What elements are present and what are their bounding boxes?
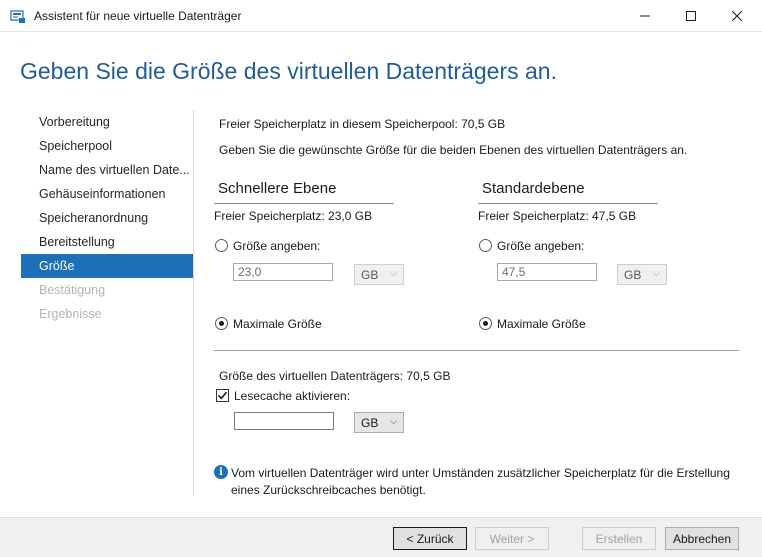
nav-item-gehaeuseinformationen[interactable]: Gehäuseinformationen	[21, 182, 193, 206]
maximize-button[interactable]	[668, 0, 714, 32]
fast-tier-unit-select[interactable]: GB ⌵	[354, 264, 404, 285]
standard-tier-max-radio[interactable]	[479, 317, 492, 330]
info-text-line1: Vom virtuellen Datenträger wird unter Um…	[231, 466, 730, 480]
title-bar: Assistent für neue virtuelle Datenträger	[0, 0, 762, 32]
nav-item-ergebnisse: Ergebnisse	[39, 307, 102, 321]
standard-tier-free-space: Freier Speicherplatz: 47,5 GB	[478, 209, 637, 223]
standard-tier-heading: Standardebene	[482, 180, 585, 197]
chevron-down-icon: ⌵	[390, 268, 397, 278]
wizard-nav: Vorbereitung Speicherpool Name des virtu…	[21, 110, 193, 326]
fast-tier-size-input[interactable]: 23,0	[233, 263, 333, 281]
standard-tier-rule	[478, 203, 658, 204]
standard-tier-specify-label: Größe angeben:	[497, 239, 585, 253]
minimize-button[interactable]	[622, 0, 668, 32]
fast-tier-heading: Schnellere Ebene	[218, 180, 337, 197]
nav-item-name[interactable]: Name des virtuellen Date...	[21, 158, 193, 182]
back-button[interactable]: < Zurück	[393, 527, 467, 550]
chevron-down-icon: ⌵	[390, 416, 397, 426]
close-button[interactable]	[714, 0, 760, 32]
instruction-text: Geben Sie die gewünschte Größe für die b…	[219, 143, 688, 157]
checkmark-icon	[217, 391, 228, 400]
read-cache-unit-select[interactable]: GB ⌵	[354, 412, 404, 433]
section-separator	[214, 350, 739, 351]
nav-item-vorbereitung[interactable]: Vorbereitung	[21, 110, 193, 134]
fast-tier-specify-radio[interactable]	[215, 239, 228, 252]
standard-tier-size-input[interactable]: 47,5	[497, 263, 597, 281]
nav-item-speicherpool[interactable]: Speicherpool	[21, 134, 193, 158]
window-title: Assistent für neue virtuelle Datenträger	[34, 9, 242, 23]
info-icon: i	[214, 465, 228, 479]
nav-item-bereitstellung[interactable]: Bereitstellung	[21, 230, 193, 254]
nav-item-groesse[interactable]: Größe	[21, 254, 193, 278]
read-cache-label: Lesecache aktivieren:	[234, 389, 351, 403]
page-title: Geben Sie die Größe des virtuellen Daten…	[20, 58, 557, 84]
fast-tier-max-label: Maximale Größe	[233, 317, 322, 331]
read-cache-checkbox[interactable]	[216, 389, 229, 402]
fast-tier-free-space: Freier Speicherplatz: 23,0 GB	[214, 209, 373, 223]
nav-divider	[193, 110, 194, 496]
pool-free-space: Freier Speicherplatz in diesem Speicherp…	[219, 117, 506, 131]
info-text-line2: eines Zurückschreibcaches benötigt.	[231, 483, 426, 497]
chevron-down-icon: ⌵	[653, 268, 660, 278]
fast-tier-specify-label: Größe angeben:	[233, 239, 321, 253]
close-icon	[732, 11, 742, 21]
next-button: Weiter >	[475, 527, 549, 550]
nav-item-bestaetigung: Bestätigung	[39, 283, 106, 297]
disk-wizard-icon	[10, 10, 25, 23]
read-cache-unit-value: GB	[361, 416, 379, 430]
standard-tier-specify-radio[interactable]	[479, 239, 492, 252]
total-size-text: Größe des virtuellen Datenträgers: 70,5 …	[219, 369, 451, 383]
standard-tier-unit-value: GB	[624, 268, 642, 282]
fast-tier-max-radio[interactable]	[215, 317, 228, 330]
create-button: Erstellen	[582, 527, 656, 550]
standard-tier-max-label: Maximale Größe	[497, 317, 586, 331]
read-cache-size-input[interactable]	[234, 412, 334, 430]
minimize-icon	[640, 15, 650, 17]
fast-tier-unit-value: GB	[361, 268, 379, 282]
fast-tier-rule	[214, 203, 394, 204]
cancel-button[interactable]: Abbrechen	[665, 527, 739, 550]
nav-item-speicheranordnung[interactable]: Speicheranordnung	[21, 206, 193, 230]
maximize-icon	[686, 11, 696, 21]
standard-tier-unit-select[interactable]: GB ⌵	[617, 264, 667, 285]
